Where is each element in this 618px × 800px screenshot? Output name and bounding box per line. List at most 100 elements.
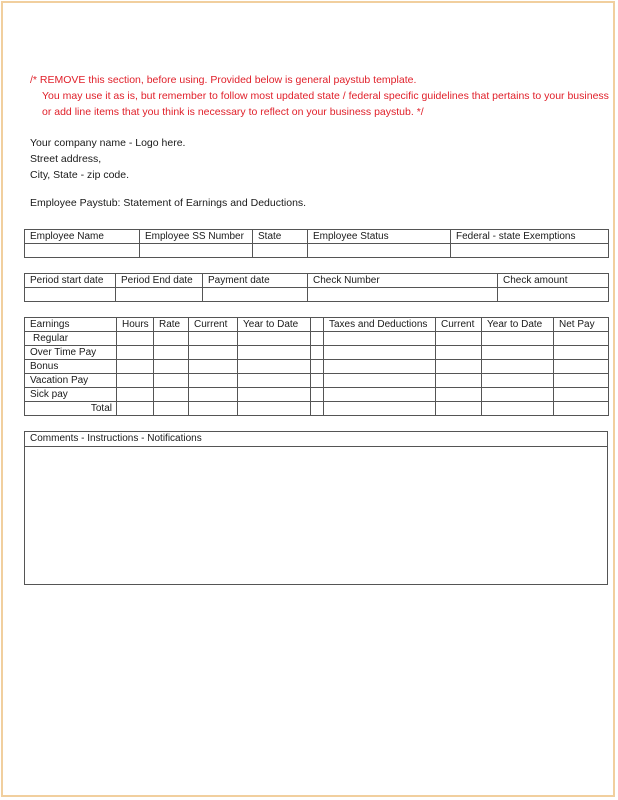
hours-cell[interactable] [116,373,154,388]
hours-cell[interactable] [116,401,154,416]
comments-body[interactable] [25,447,607,584]
spacer-cell [310,317,324,332]
notice-line-3: or add line items that you think is nece… [42,106,424,118]
deduction-current-cell[interactable] [435,359,482,374]
header-employee-name: Employee Name [24,229,140,244]
table-row [24,243,609,258]
earnings-label-vacation: Vacation Pay [24,373,117,388]
hours-cell[interactable] [116,331,154,346]
notice-line-1: /* REMOVE this section, before using. Pr… [30,74,417,86]
rate-cell[interactable] [153,401,189,416]
hours-cell[interactable] [116,359,154,374]
spacer-cell [310,359,324,374]
header-current: Current [188,317,238,332]
rate-cell[interactable] [153,331,189,346]
rate-cell[interactable] [153,345,189,360]
deduction-name-cell[interactable] [323,401,436,416]
ytd-cell[interactable] [237,331,311,346]
deduction-ytd-cell[interactable] [481,387,554,402]
net-pay-cell[interactable] [553,401,609,416]
employee-info-table: Employee Name Employee SS Number State E… [24,229,609,258]
net-pay-cell[interactable] [553,373,609,388]
ytd-cell[interactable] [237,373,311,388]
net-pay-cell[interactable] [553,345,609,360]
header-check-number: Check Number [307,273,498,288]
employee-status-cell[interactable] [307,243,451,258]
table-header-row: Employee Name Employee SS Number State E… [24,229,609,244]
table-row: Bonus [24,359,609,374]
header-net-pay: Net Pay [553,317,609,332]
spacer-cell [310,373,324,388]
deduction-current-cell[interactable] [435,331,482,346]
rate-cell[interactable] [153,387,189,402]
deduction-ytd-cell[interactable] [481,373,554,388]
rate-cell[interactable] [153,359,189,374]
spacer-cell [310,387,324,402]
employee-name-cell[interactable] [24,243,140,258]
earnings-deductions-table: Earnings Hours Rate Current Year to Date… [24,317,609,416]
net-pay-cell[interactable] [553,387,609,402]
table-total-row: Total [24,401,609,416]
rate-cell[interactable] [153,373,189,388]
comments-header: Comments - Instructions - Notifications [25,432,607,447]
deduction-current-cell[interactable] [435,345,482,360]
company-street: Street address, [30,153,102,165]
header-earnings: Earnings [24,317,117,332]
state-cell[interactable] [252,243,308,258]
net-pay-cell[interactable] [553,331,609,346]
table-row: Vacation Pay [24,373,609,388]
earnings-label-regular: Regular [24,331,117,346]
deduction-name-cell[interactable] [323,331,436,346]
spacer-cell [310,401,324,416]
header-exemptions: Federal - state Exemptions [450,229,609,244]
deduction-name-cell[interactable] [323,345,436,360]
check-number-cell[interactable] [307,287,498,302]
period-end-cell[interactable] [115,287,203,302]
check-amount-cell[interactable] [497,287,609,302]
header-state: State [252,229,308,244]
current-cell[interactable] [188,331,238,346]
spacer-cell [310,331,324,346]
deduction-name-cell[interactable] [323,359,436,374]
table-header-row: Earnings Hours Rate Current Year to Date… [24,317,609,332]
comments-box: Comments - Instructions - Notifications [24,431,608,585]
exemptions-cell[interactable] [450,243,609,258]
deduction-name-cell[interactable] [323,387,436,402]
header-employee-status: Employee Status [307,229,451,244]
header-deduction-current: Current [435,317,482,332]
employee-ss-number-cell[interactable] [139,243,253,258]
header-employee-ss-number: Employee SS Number [139,229,253,244]
deduction-name-cell[interactable] [323,373,436,388]
table-row: Sick pay [24,387,609,402]
earnings-label-bonus: Bonus [24,359,117,374]
period-start-cell[interactable] [24,287,116,302]
ytd-cell[interactable] [237,345,311,360]
deduction-ytd-cell[interactable] [481,401,554,416]
deduction-current-cell[interactable] [435,387,482,402]
payment-date-cell[interactable] [202,287,308,302]
current-cell[interactable] [188,373,238,388]
ytd-cell[interactable] [237,387,311,402]
header-taxes-deductions: Taxes and Deductions [323,317,436,332]
earnings-label-sick: Sick pay [24,387,117,402]
period-info-table: Period start date Period End date Paymen… [24,273,609,302]
ytd-cell[interactable] [237,401,311,416]
net-pay-cell[interactable] [553,359,609,374]
ytd-cell[interactable] [237,359,311,374]
deduction-current-cell[interactable] [435,373,482,388]
current-cell[interactable] [188,359,238,374]
hours-cell[interactable] [116,345,154,360]
current-cell[interactable] [188,387,238,402]
hours-cell[interactable] [116,387,154,402]
header-period-end: Period End date [115,273,203,288]
current-cell[interactable] [188,345,238,360]
company-block: Your company name - Logo here. Street ad… [30,135,185,183]
deduction-ytd-cell[interactable] [481,331,554,346]
table-row [24,287,609,302]
table-header-row: Period start date Period End date Paymen… [24,273,609,288]
current-cell[interactable] [188,401,238,416]
deduction-ytd-cell[interactable] [481,359,554,374]
deduction-current-cell[interactable] [435,401,482,416]
table-row: Regular [24,331,609,346]
deduction-ytd-cell[interactable] [481,345,554,360]
